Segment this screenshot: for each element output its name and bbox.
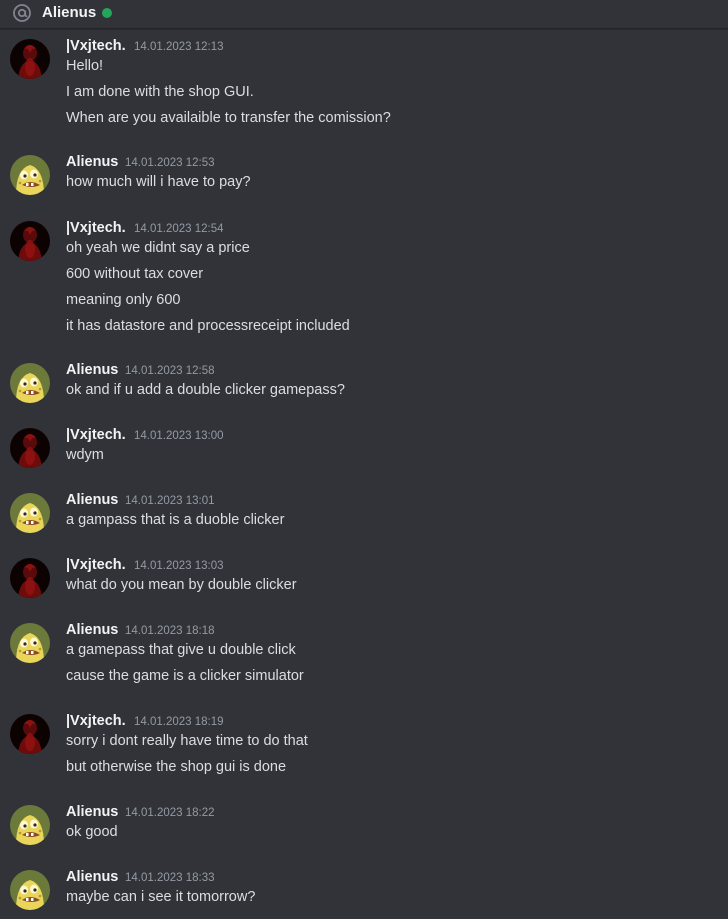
message-author[interactable]: |Vxjtech. bbox=[66, 556, 126, 574]
message-text: 600 without tax cover bbox=[66, 266, 204, 282]
message-text: sorry i dont really have time to do that bbox=[66, 733, 308, 749]
message-text: ok good bbox=[66, 824, 118, 840]
message-author[interactable]: |Vxjtech. bbox=[66, 219, 126, 237]
dark-red-figure-avatar[interactable] bbox=[10, 221, 50, 261]
message-timestamp: 14.01.2023 12:53 bbox=[125, 157, 215, 169]
message-text: but otherwise the shop gui is done bbox=[66, 759, 287, 775]
message-text: ok and if u add a double clicker gamepas… bbox=[66, 382, 345, 398]
dark-red-figure-avatar[interactable] bbox=[10, 558, 50, 598]
caveman-spongebob-avatar[interactable] bbox=[10, 870, 50, 910]
message-author[interactable]: Alienus bbox=[66, 868, 118, 886]
message-timestamp: 14.01.2023 13:03 bbox=[134, 560, 224, 572]
dark-red-figure-avatar[interactable] bbox=[10, 714, 50, 754]
message-timestamp: 14.01.2023 18:33 bbox=[125, 872, 215, 884]
message-author[interactable]: Alienus bbox=[66, 803, 118, 821]
message-timestamp: 14.01.2023 12:58 bbox=[125, 365, 215, 377]
message-text: cause the game is a clicker simulator bbox=[66, 668, 304, 684]
channel-header: Alienus bbox=[0, 0, 728, 29]
message-text: Hello! bbox=[66, 58, 104, 74]
channel-title[interactable]: Alienus bbox=[42, 4, 96, 22]
message-author[interactable]: Alienus bbox=[66, 621, 118, 639]
message-text: meaning only 600 bbox=[66, 292, 181, 308]
message-author[interactable]: |Vxjtech. bbox=[66, 37, 126, 55]
message-timestamp: 14.01.2023 12:13 bbox=[134, 41, 224, 53]
caveman-spongebob-avatar[interactable] bbox=[10, 805, 50, 845]
message-timestamp: 14.01.2023 13:00 bbox=[134, 430, 224, 442]
message-text: wdym bbox=[66, 447, 104, 463]
message-author[interactable]: Alienus bbox=[66, 491, 118, 509]
message-timestamp: 14.01.2023 18:22 bbox=[125, 807, 215, 819]
message-timestamp: 14.01.2023 18:19 bbox=[134, 716, 224, 728]
message-text: oh yeah we didnt say a price bbox=[66, 240, 250, 256]
caveman-spongebob-avatar[interactable] bbox=[10, 155, 50, 195]
online-status-indicator bbox=[102, 8, 112, 18]
message-text: maybe can i see it tomorrow? bbox=[66, 889, 256, 905]
message-author[interactable]: |Vxjtech. bbox=[66, 426, 126, 444]
message-author[interactable]: |Vxjtech. bbox=[66, 712, 126, 730]
caveman-spongebob-avatar[interactable] bbox=[10, 363, 50, 403]
message-timestamp: 14.01.2023 12:54 bbox=[134, 223, 224, 235]
message-author[interactable]: Alienus bbox=[66, 361, 118, 379]
message-text: a gamepass that give u double click bbox=[66, 642, 296, 658]
caveman-spongebob-avatar[interactable] bbox=[10, 623, 50, 663]
message-text: how much will i have to pay? bbox=[66, 174, 251, 190]
dark-red-figure-avatar[interactable] bbox=[10, 428, 50, 468]
message-text: a gampass that is a duoble clicker bbox=[66, 512, 285, 528]
caveman-spongebob-avatar[interactable] bbox=[10, 493, 50, 533]
message-timestamp: 14.01.2023 18:18 bbox=[125, 625, 215, 637]
message-author[interactable]: Alienus bbox=[66, 153, 118, 171]
message-timestamp: 14.01.2023 13:01 bbox=[125, 495, 215, 507]
message-text: I am done with the shop GUI. bbox=[66, 84, 254, 100]
message-text: When are you availaible to transfer the … bbox=[66, 110, 391, 126]
dark-red-figure-avatar[interactable] bbox=[10, 39, 50, 79]
message-text: it has datastore and processreceipt incl… bbox=[66, 318, 350, 334]
message-text: what do you mean by double clicker bbox=[66, 577, 297, 593]
at-sign-icon bbox=[13, 4, 31, 22]
dm-chat-window: Alienus |Vxjtech. 14.01.2023 12:13 Hello! I… bbox=[0, 0, 728, 919]
